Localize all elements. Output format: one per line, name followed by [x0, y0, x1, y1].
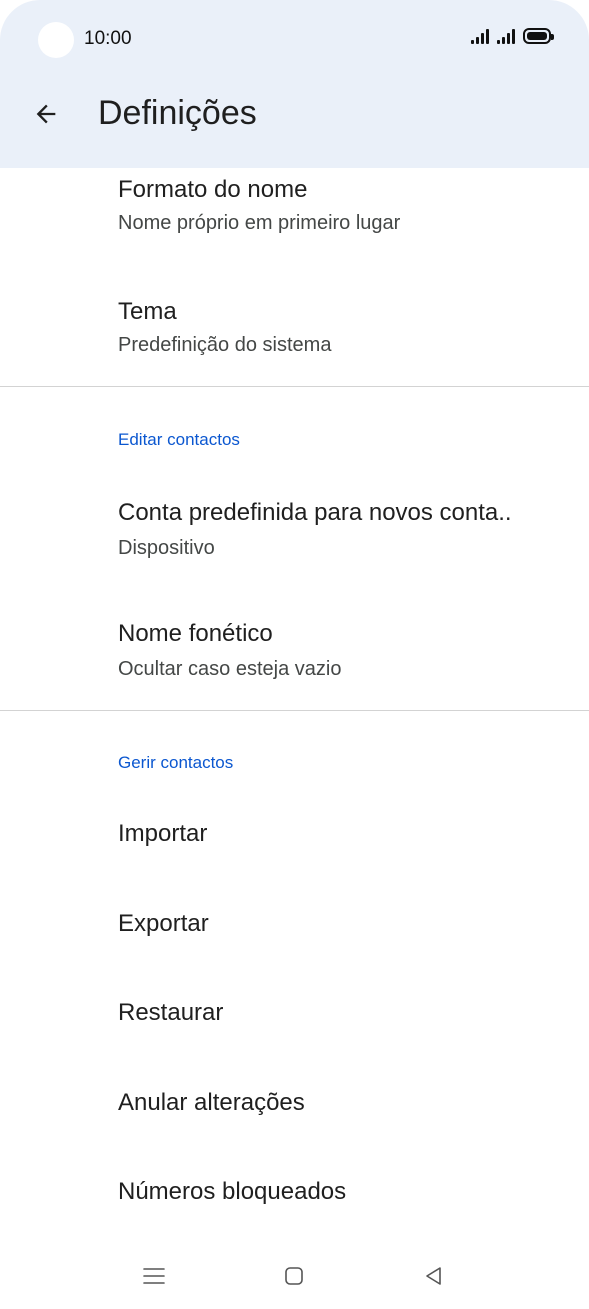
- status-time: 10:00: [84, 28, 132, 49]
- menu-icon: [143, 1268, 165, 1284]
- divider: [0, 386, 589, 387]
- top-app-region: 10:00 Definições: [0, 0, 589, 168]
- setting-name-format[interactable]: Formato do nome Nome próprio em primeiro…: [0, 168, 589, 268]
- recents-button[interactable]: [136, 1258, 172, 1294]
- setting-title: Números bloqueados: [118, 1178, 347, 1205]
- setting-blocked-numbers[interactable]: Números bloqueados: [0, 1154, 589, 1234]
- setting-subtitle: Ocultar caso esteja vazio: [118, 658, 342, 680]
- arrow-back-icon: [36, 104, 56, 124]
- screen: 10:00 Definições Formato do nome Nome pr…: [0, 0, 589, 1309]
- app-bar: Definições: [0, 80, 589, 168]
- setting-title: Conta predefinida para novos conta..: [118, 499, 512, 526]
- setting-phonetic-name[interactable]: Nome fonético Ocultar caso esteja vazio: [0, 604, 589, 704]
- setting-title: Exportar: [118, 910, 209, 937]
- setting-theme[interactable]: Tema Predefinição do sistema: [0, 278, 589, 378]
- back-triangle-icon: [426, 1267, 441, 1285]
- setting-restore[interactable]: Restaurar: [0, 975, 589, 1055]
- back-button[interactable]: [24, 92, 68, 136]
- page-title: Definições: [98, 94, 257, 132]
- signal-icon: [471, 28, 489, 44]
- home-button[interactable]: [276, 1258, 312, 1294]
- home-icon: [285, 1267, 303, 1285]
- battery-icon: [523, 28, 554, 44]
- section-header-manage-contacts: Gerir contactos: [118, 753, 234, 772]
- camera-cutout: [38, 22, 74, 58]
- setting-title: Nome fonético: [118, 620, 273, 647]
- section-header-edit-contacts: Editar contactos: [118, 430, 240, 449]
- setting-title: Importar: [118, 820, 208, 847]
- system-back-button[interactable]: [416, 1258, 452, 1294]
- divider: [0, 710, 589, 711]
- setting-undo-changes[interactable]: Anular alterações: [0, 1065, 589, 1145]
- setting-export[interactable]: Exportar: [0, 886, 589, 966]
- setting-title: Tema: [118, 298, 177, 325]
- setting-subtitle: Predefinição do sistema: [118, 334, 332, 356]
- signal-icon: [497, 28, 515, 44]
- setting-title: Restaurar: [118, 999, 224, 1026]
- setting-subtitle: Dispositivo: [118, 537, 215, 559]
- navigation-bar: [0, 1240, 589, 1309]
- setting-import[interactable]: Importar: [0, 796, 589, 876]
- setting-subtitle: Nome próprio em primeiro lugar: [118, 212, 401, 234]
- status-icons: [471, 28, 554, 44]
- status-bar: 10:00: [0, 0, 589, 80]
- setting-default-account[interactable]: Conta predefinida para novos conta.. Dis…: [0, 483, 589, 583]
- setting-title: Anular alterações: [118, 1089, 305, 1116]
- setting-title: Formato do nome: [118, 176, 308, 203]
